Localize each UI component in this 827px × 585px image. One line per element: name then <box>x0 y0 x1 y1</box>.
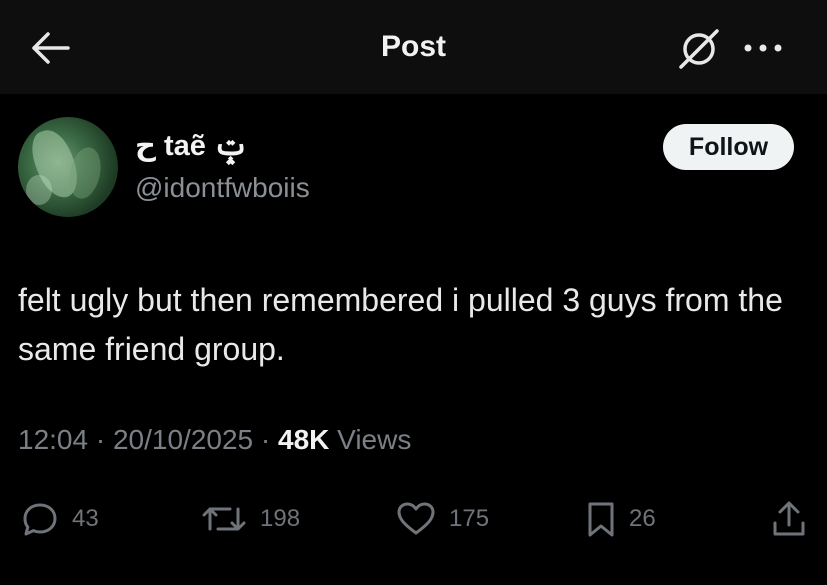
action-bar: 43 198 175 26 <box>0 494 827 544</box>
post-meta: 12:04 · 20/10/2025 · 48K Views <box>18 424 411 456</box>
repost-icon <box>202 507 246 531</box>
more-icon <box>744 44 782 52</box>
heart-icon <box>397 502 435 535</box>
grok-button[interactable] <box>676 26 722 72</box>
like-button[interactable]: 175 <box>395 494 489 544</box>
reply-icon <box>23 503 57 536</box>
post-text: felt ugly but then remembered i pulled 3… <box>18 282 783 367</box>
views-count[interactable]: 48K <box>278 424 329 455</box>
repost-count: 198 <box>260 505 301 532</box>
bookmark-icon <box>588 502 614 537</box>
author-handle[interactable]: @idontfwboiis <box>135 172 310 204</box>
share-icon <box>773 501 805 536</box>
avatar[interactable] <box>18 117 118 217</box>
bookmark-count: 26 <box>629 505 656 532</box>
meta-separator: · <box>88 424 113 455</box>
top-bar: Post <box>0 0 827 94</box>
more-options-button[interactable] <box>740 38 786 58</box>
bookmark-button[interactable]: 26 <box>585 494 656 544</box>
repost-button[interactable]: 198 <box>200 494 300 544</box>
share-button[interactable] <box>770 494 808 544</box>
post-time: 12:04 <box>18 424 89 455</box>
reply-count: 43 <box>72 505 99 532</box>
views-label: Views <box>329 424 412 455</box>
author-display-name[interactable]: ح taẽ ݓ <box>135 128 248 163</box>
reply-button[interactable]: 43 <box>20 494 99 544</box>
follow-button[interactable]: Follow <box>663 124 794 170</box>
like-count: 175 <box>449 505 490 532</box>
grok-icon <box>679 29 719 69</box>
post-date: 20/10/2025 <box>112 424 254 455</box>
meta-separator: · <box>253 424 278 455</box>
